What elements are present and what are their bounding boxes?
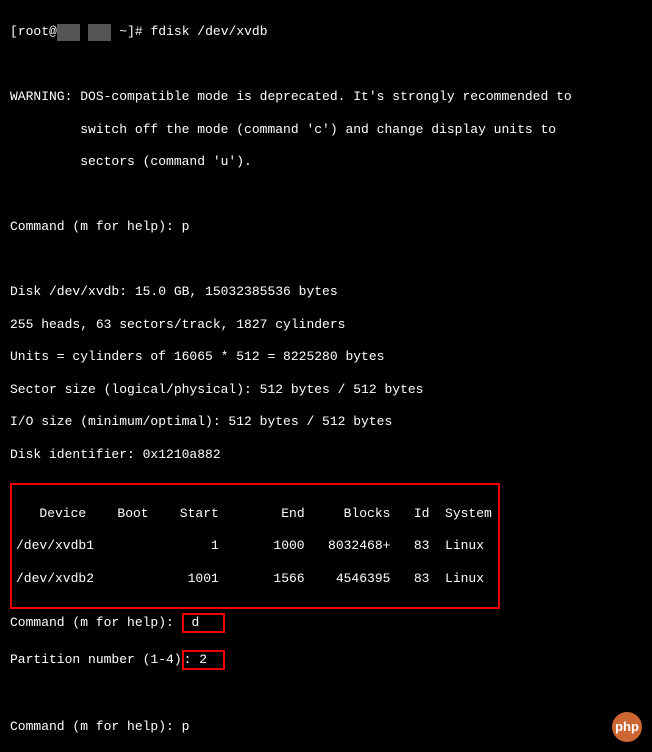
highlight-d-command: d (182, 613, 225, 633)
table-header: DeviceBootStartEndBlocksIdSystem (16, 506, 492, 522)
table-row: /dev/xvdb210011566454639583Linux (16, 571, 492, 587)
fdisk-prompt: Command (m for help): p (10, 219, 642, 235)
terminal-window[interactable]: [root@ ~]# fdisk /dev/xvdb WARNING: DOS-… (0, 0, 652, 752)
obscured-host (57, 24, 80, 40)
highlight-partnum: : 2 (182, 650, 225, 670)
warning-line: switch off the mode (command 'c') and ch… (10, 122, 642, 138)
disk-info: Sector size (logical/physical): 512 byte… (10, 382, 642, 398)
table-row: /dev/xvdb1110008032468+83Linux (16, 538, 492, 554)
obscured-host2 (88, 24, 111, 40)
warning-line: sectors (command 'u'). (10, 154, 642, 170)
disk-info: 255 heads, 63 sectors/track, 1827 cylind… (10, 317, 642, 333)
php-logo-icon: php (612, 712, 642, 742)
disk-info: I/O size (minimum/optimal): 512 bytes / … (10, 414, 642, 430)
warning-line: WARNING: DOS-compatible mode is deprecat… (10, 89, 642, 105)
disk-info: Disk identifier: 0x1210a882 (10, 447, 642, 463)
partition-table-highlight: DeviceBootStartEndBlocksIdSystem /dev/xv… (10, 483, 500, 609)
user-input: p (182, 219, 190, 234)
fdisk-prompt: Command (m for help): d (10, 613, 642, 633)
fdisk-prompt: Command (m for help): p (10, 719, 642, 735)
shell-prompt-line: [root@ ~]# fdisk /dev/xvdb (10, 24, 642, 40)
partition-number-prompt: Partition number (1-4): 2 (10, 650, 642, 670)
disk-info: Disk /dev/xvdb: 15.0 GB, 15032385536 byt… (10, 284, 642, 300)
typed-command: fdisk /dev/xvdb (151, 24, 268, 39)
user-input: p (182, 719, 190, 734)
disk-info: Units = cylinders of 16065 * 512 = 82252… (10, 349, 642, 365)
